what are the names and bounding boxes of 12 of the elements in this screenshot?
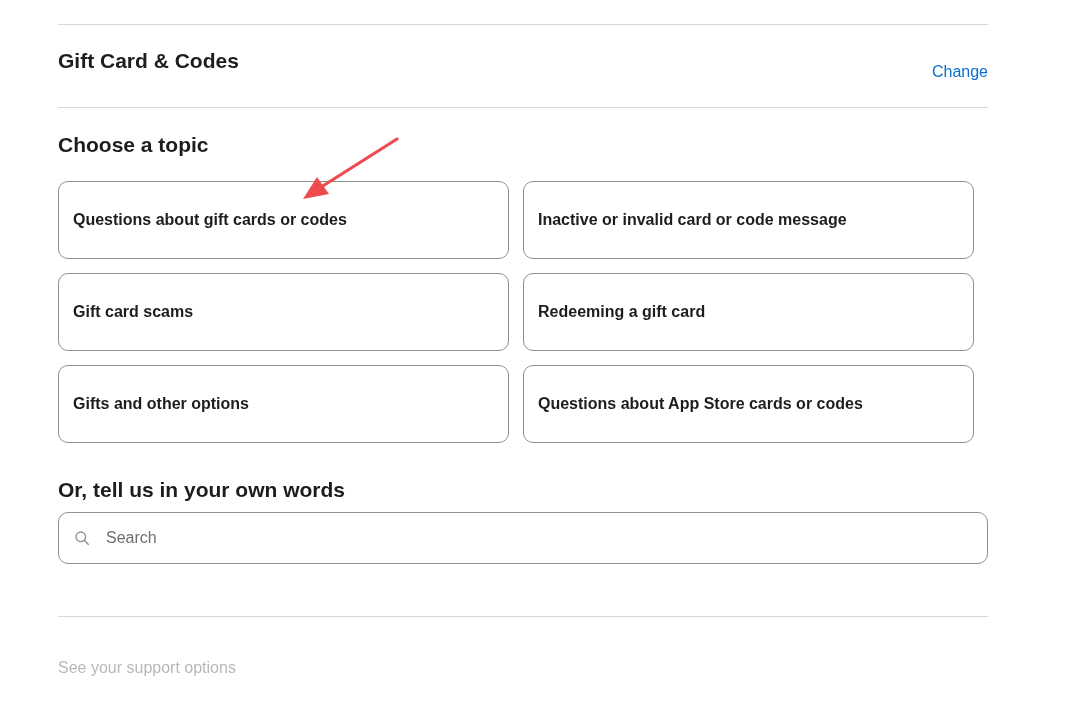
own-words-heading: Or, tell us in your own words xyxy=(58,477,346,503)
search-field[interactable]: Search xyxy=(58,512,988,564)
topic-card[interactable]: Gifts and other options xyxy=(58,365,509,443)
search-icon xyxy=(75,531,89,545)
change-link[interactable]: Change xyxy=(931,62,988,82)
topic-card[interactable]: Questions about gift cards or codes xyxy=(58,181,509,259)
topic-card[interactable]: Redeeming a gift card xyxy=(523,273,974,351)
topics-heading: Choose a topic xyxy=(58,132,209,158)
topic-card[interactable]: Gift card scams xyxy=(58,273,509,351)
topic-card[interactable]: Inactive or invalid card or code message xyxy=(523,181,974,259)
section-title: Gift Card & Codes xyxy=(58,48,239,74)
topic-card[interactable]: Questions about App Store cards or codes xyxy=(523,365,974,443)
